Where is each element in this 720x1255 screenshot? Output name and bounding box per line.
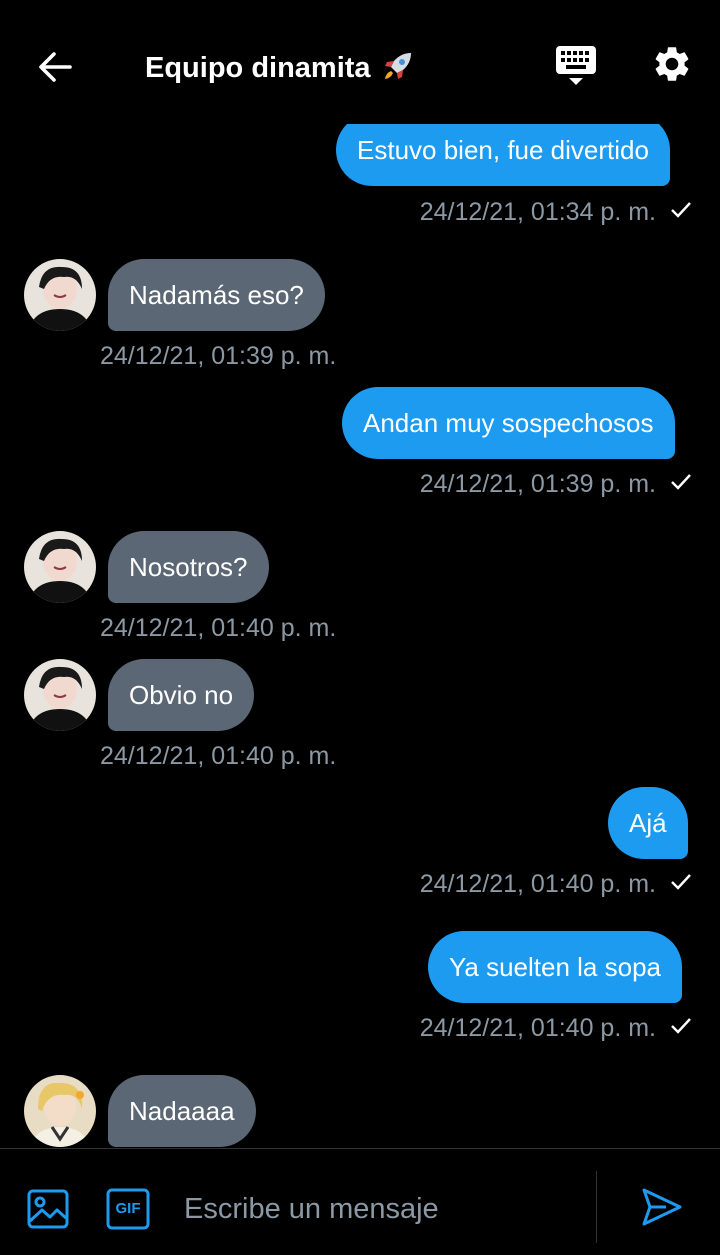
message-bubble-incoming[interactable]: Nadaaaa [108,1075,256,1147]
rocket-icon [381,49,415,88]
image-icon [26,1189,70,1235]
keyboard-button[interactable] [552,44,600,92]
page-title: Equipo dinamita [145,51,371,84]
message-bubble-outgoing[interactable]: Ajá [608,787,688,859]
check-icon [670,198,692,228]
avatar[interactable] [24,1075,96,1147]
gif-label: GIF [115,1200,141,1217]
arrow-left-icon [36,48,74,91]
message-bubble-outgoing[interactable]: Estuvo bien, fue divertido [336,114,670,186]
message-timestamp: 24/12/21, 01:39 p. m. [420,469,692,499]
check-icon [670,470,692,500]
settings-button[interactable] [648,42,696,90]
keyboard-icon [555,44,597,93]
chat-header: Equipo dinamita [0,0,720,124]
avatar[interactable] [24,259,96,331]
message-timestamp: 24/12/21, 01:40 p. m. [100,614,337,642]
message-bubble-incoming[interactable]: Obvio no [108,659,255,731]
message-bubble-incoming[interactable]: Nadamás eso? [108,259,325,331]
chat-title: Equipo dinamita [145,46,415,90]
message-timestamp: 24/12/21, 01:40 p. m. [420,1013,692,1043]
message-input[interactable] [172,1183,606,1235]
message-list[interactable]: Estuvo bien, fue divertido 24/12/21, 01:… [0,0,720,1148]
avatar[interactable] [24,659,96,731]
message-bubble-incoming[interactable]: Nosotros? [108,531,269,603]
gear-icon [651,43,693,90]
back-button[interactable] [32,46,78,92]
message-timestamp: 24/12/21, 01:34 p. m. [420,197,692,227]
gif-button[interactable]: GIF [106,1187,150,1231]
send-icon [640,1188,684,1233]
message-bubble-outgoing[interactable]: Ya suelten la sopa [428,931,682,1003]
check-icon [670,870,692,900]
message-composer: GIF [0,1148,720,1255]
composer-divider [596,1171,597,1243]
message-timestamp: 24/12/21, 01:40 p. m. [420,869,692,899]
message-timestamp: 24/12/21, 01:39 p. m. [100,342,337,370]
check-icon [670,1014,692,1044]
message-bubble-outgoing[interactable]: Andan muy sospechosos [342,387,675,459]
message-timestamp: 24/12/21, 01:40 p. m. [100,742,337,770]
send-button[interactable] [640,1185,688,1233]
avatar[interactable] [24,531,96,603]
image-button[interactable] [26,1187,70,1231]
